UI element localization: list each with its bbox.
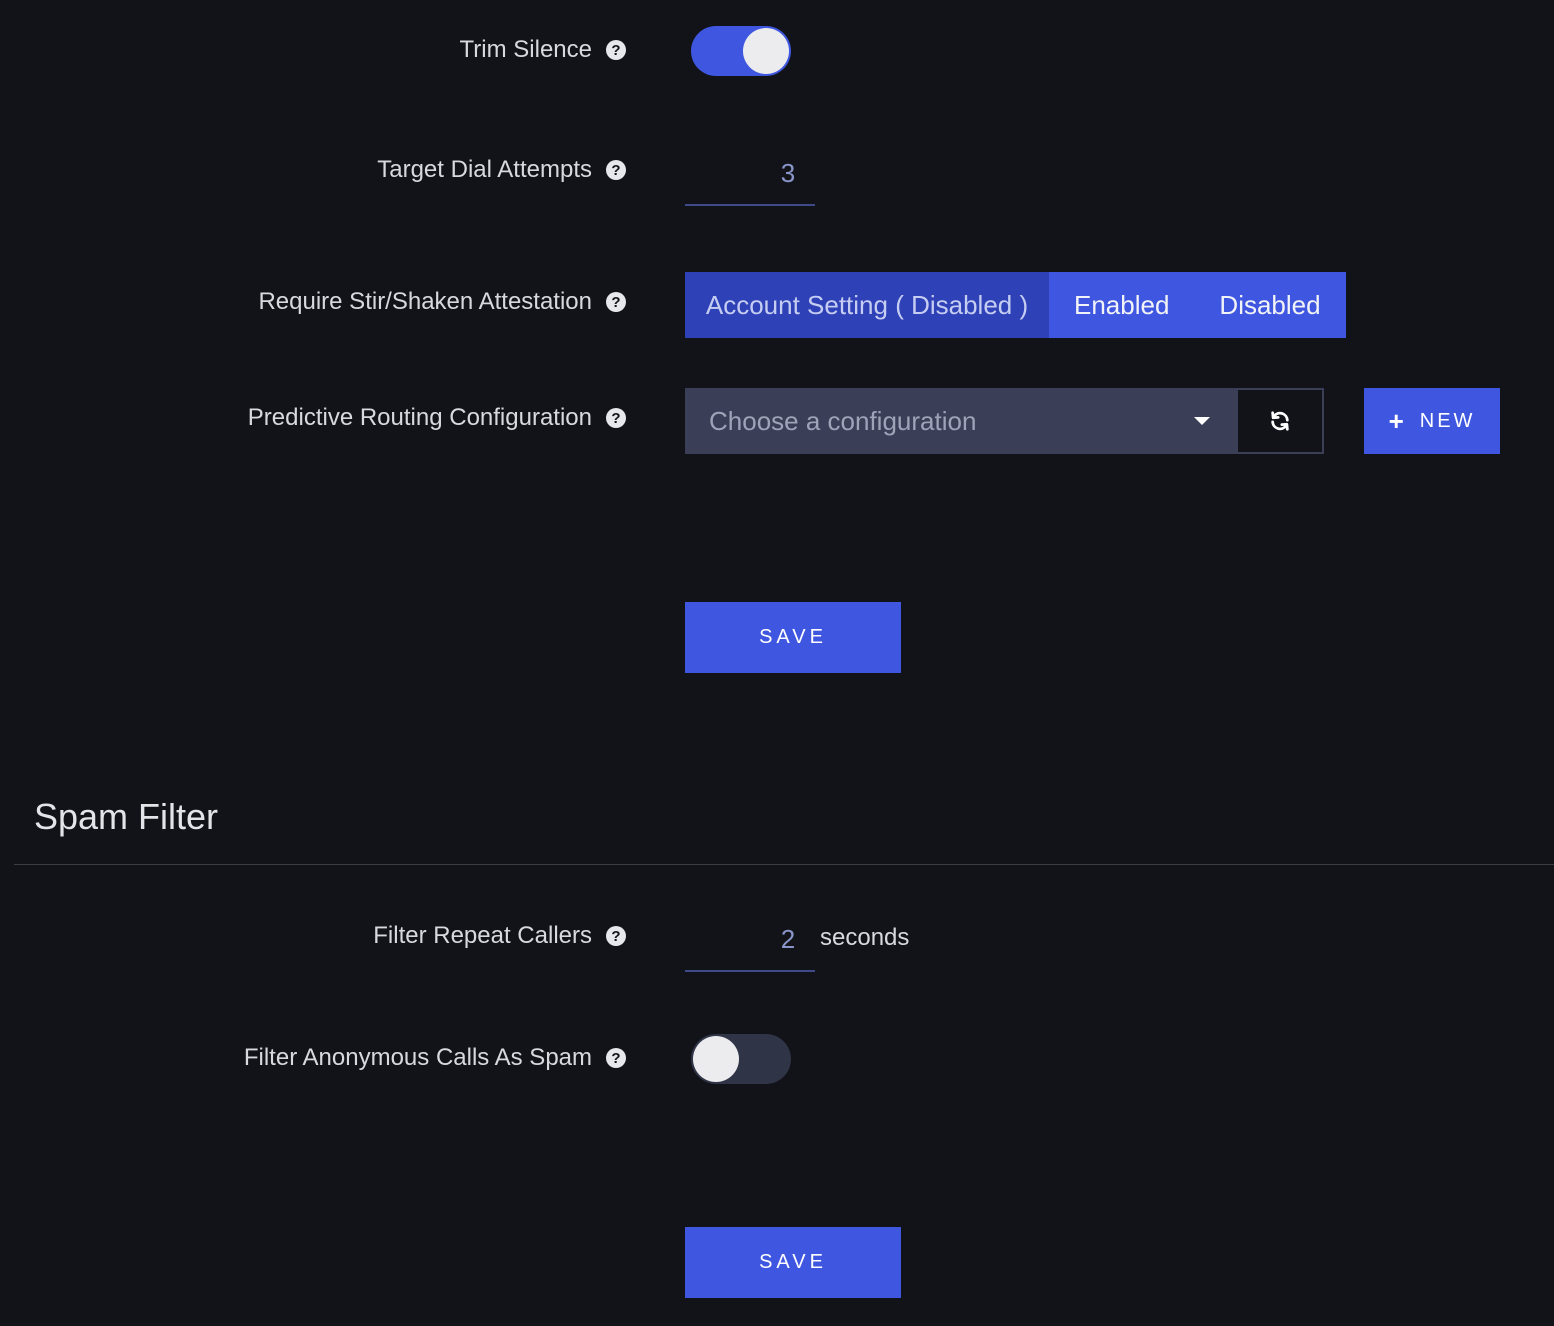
filter-anonymous-label-row: Filter Anonymous Calls As Spam ? bbox=[244, 1044, 626, 1072]
stir-shaken-label-row: Require Stir/Shaken Attestation ? bbox=[258, 288, 626, 316]
refresh-button[interactable] bbox=[1236, 388, 1324, 454]
predictive-routing-select[interactable]: Choose a configuration bbox=[685, 388, 1236, 454]
trim-silence-label: Trim Silence bbox=[459, 36, 592, 63]
stir-shaken-option-disabled[interactable]: Disabled bbox=[1194, 272, 1346, 338]
filter-anonymous-toggle[interactable] bbox=[691, 1034, 791, 1084]
filter-repeat-callers-label-row: Filter Repeat Callers ? bbox=[373, 922, 626, 950]
predictive-routing-label-row: Predictive Routing Configuration ? bbox=[248, 404, 626, 432]
target-dial-attempts-input[interactable]: 3 bbox=[685, 142, 815, 206]
caret-down-icon bbox=[1194, 417, 1210, 425]
filter-repeat-callers-input[interactable]: 2 bbox=[685, 908, 815, 972]
filter-repeat-callers-value: 2 bbox=[780, 923, 796, 954]
stir-shaken-label: Require Stir/Shaken Attestation bbox=[258, 288, 592, 315]
question-circle-icon[interactable]: ? bbox=[606, 1048, 626, 1068]
new-configuration-button[interactable]: + NEW bbox=[1364, 388, 1500, 454]
stir-shaken-segmented-control: Account Setting ( Disabled ) Enabled Dis… bbox=[685, 272, 1346, 338]
save-routing-button[interactable]: SAVE bbox=[685, 602, 901, 673]
save-spam-filter-button[interactable]: SAVE bbox=[685, 1227, 901, 1298]
save-button-label: SAVE bbox=[759, 1251, 827, 1273]
spam-filter-title: Spam Filter bbox=[34, 796, 219, 837]
question-circle-icon[interactable]: ? bbox=[606, 408, 626, 428]
filter-anonymous-label: Filter Anonymous Calls As Spam bbox=[243, 1044, 592, 1071]
trim-silence-label-row: Trim Silence ? bbox=[460, 36, 626, 64]
new-button-label: NEW bbox=[1419, 409, 1476, 432]
target-dial-attempts-value: 3 bbox=[780, 157, 796, 188]
question-circle-icon[interactable]: ? bbox=[606, 926, 626, 946]
toggle-knob bbox=[743, 28, 789, 74]
toggle-knob bbox=[693, 1036, 739, 1082]
call-settings-page: Trim Silence ? Target Dial Attempts ? 3 … bbox=[0, 0, 1554, 1326]
target-dial-attempts-label-row: Target Dial Attempts ? bbox=[377, 156, 626, 184]
filter-repeat-callers-label: Filter Repeat Callers bbox=[373, 922, 592, 949]
refresh-icon bbox=[1271, 411, 1289, 431]
stir-shaken-option-account-setting[interactable]: Account Setting ( Disabled ) bbox=[685, 272, 1049, 338]
predictive-routing-label: Predictive Routing Configuration bbox=[247, 404, 592, 431]
question-circle-icon[interactable]: ? bbox=[606, 292, 626, 312]
seconds-unit-label: seconds bbox=[820, 924, 910, 951]
save-button-label: SAVE bbox=[759, 626, 827, 648]
plus-icon: + bbox=[1388, 405, 1404, 436]
predictive-routing-placeholder: Choose a configuration bbox=[709, 405, 977, 436]
stir-shaken-option-enabled[interactable]: Enabled bbox=[1049, 272, 1195, 338]
question-circle-icon[interactable]: ? bbox=[606, 160, 626, 180]
question-circle-icon[interactable]: ? bbox=[606, 40, 626, 60]
trim-silence-toggle[interactable] bbox=[691, 26, 791, 76]
target-dial-attempts-label: Target Dial Attempts bbox=[377, 156, 592, 183]
section-divider bbox=[14, 864, 1554, 865]
